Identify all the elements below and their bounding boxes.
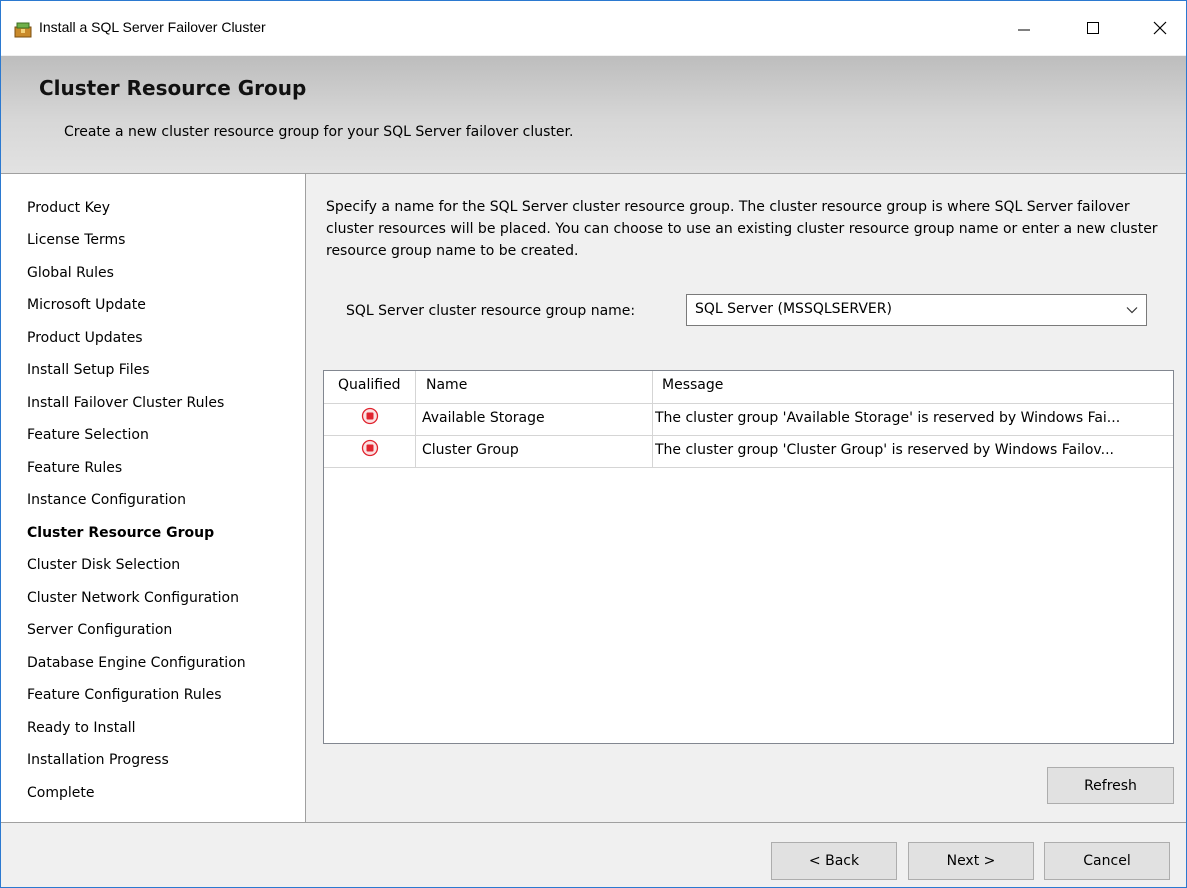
group-name-combobox[interactable]: SQL Server (MSSQLSERVER) bbox=[686, 294, 1147, 326]
row-message: The cluster group 'Available Storage' is… bbox=[655, 410, 1121, 426]
setup-window: Install a SQL Server Failover Cluster Cl… bbox=[0, 0, 1187, 888]
nav-item-install-failover-cluster-rules[interactable]: Install Failover Cluster Rules bbox=[27, 395, 224, 411]
row-name: Available Storage bbox=[422, 410, 545, 426]
group-name-label: SQL Server cluster resource group name: bbox=[346, 303, 636, 319]
nav-item-install-setup-files[interactable]: Install Setup Files bbox=[27, 362, 150, 378]
row-name: Cluster Group bbox=[422, 442, 519, 458]
close-icon bbox=[1153, 21, 1167, 35]
table-row[interactable]: Available Storage The cluster group 'Ava… bbox=[324, 403, 1173, 436]
maximize-icon bbox=[1087, 22, 1099, 34]
page-description: Specify a name for the SQL Server cluste… bbox=[326, 199, 1158, 259]
column-header-qualified[interactable]: Qualified bbox=[338, 377, 401, 393]
nav-item-database-engine-configuration[interactable]: Database Engine Configuration bbox=[27, 655, 246, 671]
error-icon bbox=[361, 407, 379, 425]
table-row[interactable]: Cluster Group The cluster group 'Cluster… bbox=[324, 435, 1173, 468]
back-button[interactable]: < Back bbox=[771, 842, 897, 880]
minimize-button[interactable] bbox=[1001, 1, 1047, 55]
maximize-button[interactable] bbox=[1070, 1, 1116, 55]
nav-item-complete[interactable]: Complete bbox=[27, 785, 94, 801]
sql-setup-icon bbox=[14, 22, 32, 38]
nav-item-installation-progress[interactable]: Installation Progress bbox=[27, 752, 169, 768]
nav-item-product-updates[interactable]: Product Updates bbox=[27, 330, 143, 346]
resource-group-grid[interactable]: Qualified Name Message Available Storage… bbox=[323, 370, 1174, 744]
nav-item-instance-configuration[interactable]: Instance Configuration bbox=[27, 492, 186, 508]
nav-item-feature-selection[interactable]: Feature Selection bbox=[27, 427, 149, 443]
nav-item-server-configuration[interactable]: Server Configuration bbox=[27, 622, 172, 638]
nav-item-cluster-resource-group[interactable]: Cluster Resource Group bbox=[27, 525, 214, 541]
window-title: Install a SQL Server Failover Cluster bbox=[39, 19, 266, 35]
step-navigation: Product Key License Terms Global Rules M… bbox=[1, 174, 306, 822]
row-message: The cluster group 'Cluster Group' is res… bbox=[655, 442, 1114, 458]
page-header: Cluster Resource Group Create a new clus… bbox=[1, 56, 1186, 174]
refresh-button[interactable]: Refresh bbox=[1047, 767, 1174, 804]
main-content: Specify a name for the SQL Server cluste… bbox=[306, 174, 1186, 822]
nav-item-global-rules[interactable]: Global Rules bbox=[27, 265, 114, 281]
error-icon bbox=[361, 439, 379, 457]
group-name-value: SQL Server (MSSQLSERVER) bbox=[695, 301, 892, 317]
minimize-icon bbox=[1018, 29, 1030, 31]
cancel-button[interactable]: Cancel bbox=[1044, 842, 1170, 880]
nav-item-cluster-network-configuration[interactable]: Cluster Network Configuration bbox=[27, 590, 239, 606]
wizard-footer: < Back Next > Cancel bbox=[1, 822, 1186, 887]
page-title: Cluster Resource Group bbox=[39, 76, 307, 100]
chevron-down-icon[interactable] bbox=[1126, 305, 1138, 315]
title-bar[interactable]: Install a SQL Server Failover Cluster bbox=[1, 1, 1186, 55]
grid-header: Qualified Name Message bbox=[324, 371, 1173, 404]
nav-item-license-terms[interactable]: License Terms bbox=[27, 232, 125, 248]
nav-item-product-key[interactable]: Product Key bbox=[27, 200, 110, 216]
page-subtitle: Create a new cluster resource group for … bbox=[64, 124, 574, 140]
nav-item-ready-to-install[interactable]: Ready to Install bbox=[27, 720, 136, 736]
column-header-name[interactable]: Name bbox=[426, 377, 467, 393]
nav-item-feature-rules[interactable]: Feature Rules bbox=[27, 460, 122, 476]
nav-item-microsoft-update[interactable]: Microsoft Update bbox=[27, 297, 146, 313]
nav-item-feature-configuration-rules[interactable]: Feature Configuration Rules bbox=[27, 687, 222, 703]
column-header-message[interactable]: Message bbox=[662, 377, 723, 393]
next-button[interactable]: Next > bbox=[908, 842, 1034, 880]
close-button[interactable] bbox=[1137, 1, 1183, 55]
nav-item-cluster-disk-selection[interactable]: Cluster Disk Selection bbox=[27, 557, 180, 573]
